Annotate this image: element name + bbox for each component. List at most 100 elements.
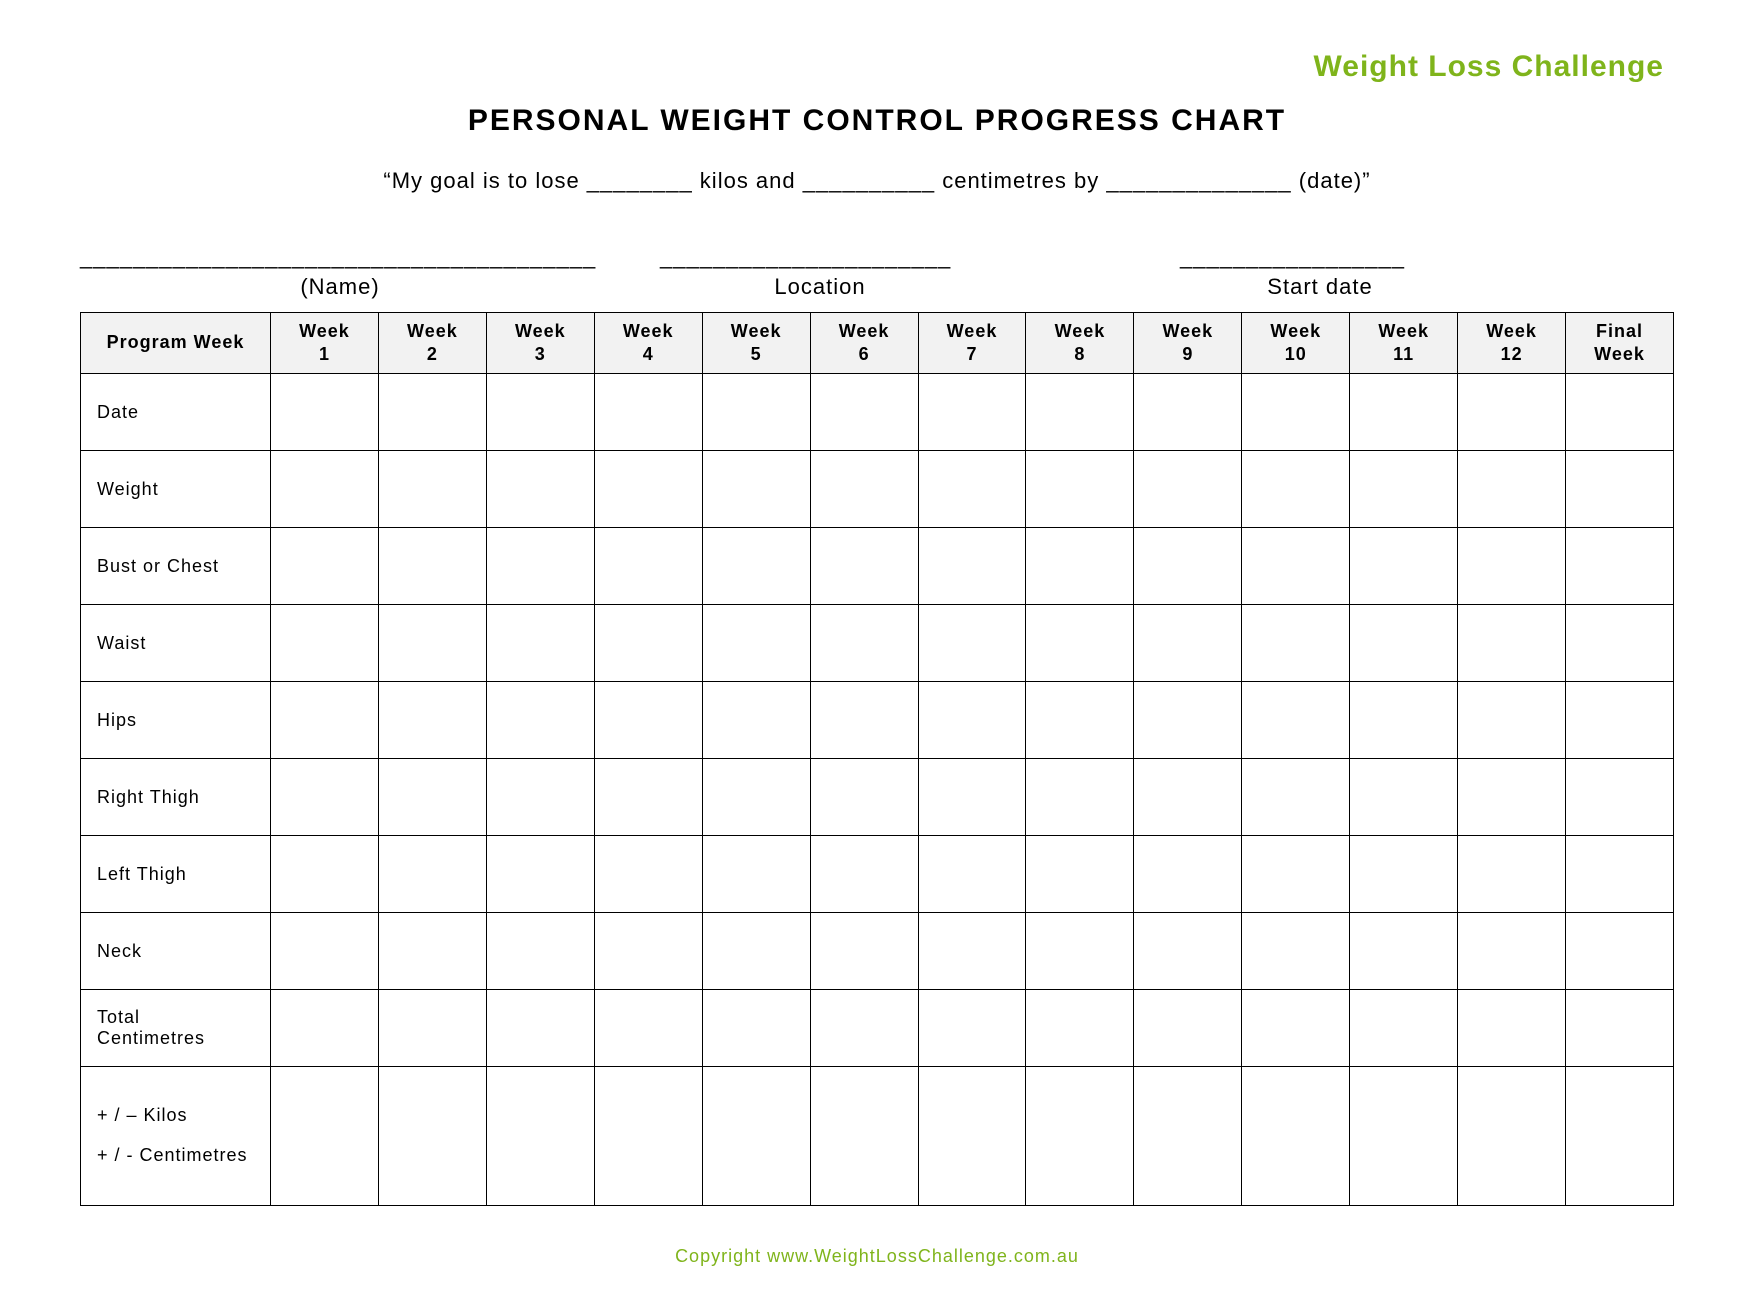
data-cell: [810, 528, 918, 605]
data-cell: [271, 451, 379, 528]
data-cell: [1026, 1067, 1134, 1206]
data-cell: [918, 682, 1026, 759]
data-cell: [594, 374, 702, 451]
col-header-week: Week11: [1350, 313, 1458, 374]
data-cell: [1458, 990, 1566, 1067]
data-cell: [810, 836, 918, 913]
data-cell: [918, 990, 1026, 1067]
data-cell: [1350, 990, 1458, 1067]
data-cell: [378, 605, 486, 682]
col-header-week: Week6: [810, 313, 918, 374]
data-cell: [1134, 682, 1242, 759]
copyright-text: Copyright www.WeightLossChallenge.com.au: [80, 1246, 1674, 1267]
data-cell: [1242, 682, 1350, 759]
data-cell: [810, 990, 918, 1067]
data-cell: [1242, 836, 1350, 913]
data-cell: [1242, 913, 1350, 990]
table-row: Neck: [81, 913, 1674, 990]
col-header-program-week: Program Week: [81, 313, 271, 374]
col-header-week: Week2: [378, 313, 486, 374]
data-cell: [486, 913, 594, 990]
data-cell: [378, 528, 486, 605]
data-cell: [594, 836, 702, 913]
data-cell: [702, 990, 810, 1067]
row-label: Hips: [81, 682, 271, 759]
brand-title: Weight Loss Challenge: [80, 50, 1674, 84]
row-label: + / – Kilos + / - Centimetres: [81, 1067, 271, 1206]
data-cell: [378, 1067, 486, 1206]
data-cell: [1242, 605, 1350, 682]
data-cell: [1242, 1067, 1350, 1206]
data-cell: [271, 528, 379, 605]
data-cell: [702, 836, 810, 913]
data-cell: [1350, 528, 1458, 605]
data-cell: [486, 605, 594, 682]
data-cell: [1242, 451, 1350, 528]
data-cell: [1458, 451, 1566, 528]
data-cell: [1566, 528, 1674, 605]
data-cell: [702, 759, 810, 836]
data-cell: [378, 913, 486, 990]
name-label: (Name): [80, 274, 600, 300]
data-cell: [1134, 990, 1242, 1067]
data-cell: [1566, 605, 1674, 682]
data-cell: [486, 836, 594, 913]
data-cell: [1134, 528, 1242, 605]
data-cell: [271, 605, 379, 682]
data-cell: [918, 451, 1026, 528]
data-cell: [1026, 451, 1134, 528]
goal-statement: “My goal is to lose ________ kilos and _…: [80, 168, 1674, 194]
table-row: Hips: [81, 682, 1674, 759]
data-cell: [594, 451, 702, 528]
data-cell: [1026, 528, 1134, 605]
data-cell: [1350, 913, 1458, 990]
col-header-week: Week7: [918, 313, 1026, 374]
data-cell: [1134, 374, 1242, 451]
progress-chart-table: Program WeekWeek1Week2Week3Week4Week5Wee…: [80, 312, 1674, 1206]
data-cell: [702, 605, 810, 682]
data-cell: [918, 836, 1026, 913]
data-cell: [918, 605, 1026, 682]
data-cell: [1026, 990, 1134, 1067]
data-cell: [378, 682, 486, 759]
location-blank: ______________________: [660, 244, 980, 270]
startdate-label: Start date: [1180, 274, 1460, 300]
data-cell: [271, 374, 379, 451]
col-header-week: Week9: [1134, 313, 1242, 374]
data-cell: [810, 913, 918, 990]
data-cell: [1134, 605, 1242, 682]
data-cell: [271, 682, 379, 759]
row-label: Bust or Chest: [81, 528, 271, 605]
data-cell: [1026, 836, 1134, 913]
data-cell: [1350, 836, 1458, 913]
data-cell: [702, 374, 810, 451]
data-cell: [486, 990, 594, 1067]
data-cell: [594, 990, 702, 1067]
data-cell: [918, 1067, 1026, 1206]
row-label: Waist: [81, 605, 271, 682]
table-row: + / – Kilos + / - Centimetres: [81, 1067, 1674, 1206]
data-cell: [810, 605, 918, 682]
data-cell: [1350, 605, 1458, 682]
data-cell: [702, 1067, 810, 1206]
data-cell: [1566, 1067, 1674, 1206]
data-cell: [918, 528, 1026, 605]
data-cell: [1566, 451, 1674, 528]
data-cell: [1458, 605, 1566, 682]
table-row: Waist: [81, 605, 1674, 682]
data-cell: [1026, 374, 1134, 451]
data-cell: [810, 682, 918, 759]
col-header-week: Week4: [594, 313, 702, 374]
row-label: Date: [81, 374, 271, 451]
data-cell: [486, 451, 594, 528]
data-cell: [1566, 374, 1674, 451]
data-cell: [1134, 451, 1242, 528]
name-blank: _______________________________________: [80, 244, 600, 270]
data-cell: [702, 528, 810, 605]
data-cell: [702, 913, 810, 990]
data-cell: [1134, 759, 1242, 836]
data-cell: [378, 990, 486, 1067]
table-row: Date: [81, 374, 1674, 451]
data-cell: [810, 374, 918, 451]
table-row: Total Centimetres: [81, 990, 1674, 1067]
